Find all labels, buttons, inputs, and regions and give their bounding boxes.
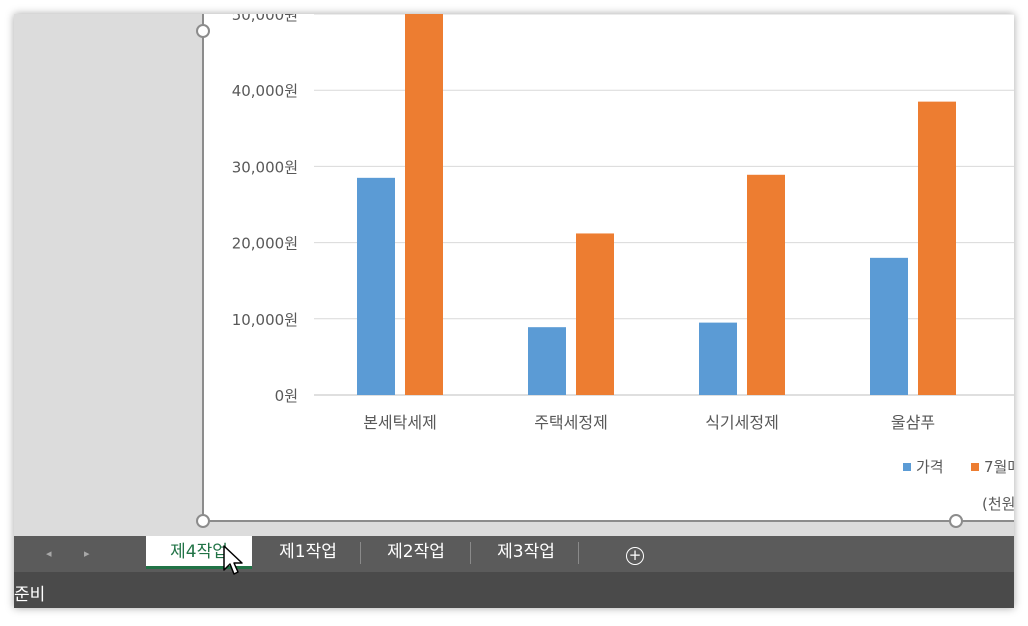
bar-series1 <box>528 327 566 395</box>
tab-sheet1[interactable]: 제1작업 <box>256 536 360 568</box>
legend-label: 가격 <box>916 458 944 476</box>
status-bar: 준비 <box>14 572 1014 608</box>
bar-series2 <box>405 14 443 395</box>
bar-series2 <box>918 101 956 395</box>
chart-selection-border-left <box>202 14 204 521</box>
legend-label: 7월매 <box>984 458 1014 476</box>
bar-series1 <box>699 322 737 395</box>
excel-window: 0원 10,000원 20,000원 30,000원 40,000원 50,000원본세탁… <box>14 14 1014 608</box>
tab-sheet3[interactable]: 제3작업 <box>474 536 578 568</box>
bar-series1 <box>870 257 908 395</box>
add-sheet-icon[interactable]: + <box>626 547 644 565</box>
status-ready-text: 준비 <box>14 585 46 605</box>
bar-series2 <box>576 233 614 395</box>
x-category-label: 울샴푸 <box>891 413 935 432</box>
mouse-pointer-icon <box>223 545 243 575</box>
y-tick-label: 10,000원 <box>232 311 298 329</box>
resize-handle-top-left[interactable] <box>196 24 210 38</box>
chart-object[interactable]: 0원 10,000원 20,000원 30,000원 40,000원 50,000원본세탁… <box>203 14 1014 522</box>
y-tick-label: 0원 <box>275 387 298 405</box>
tab-divider <box>470 542 471 564</box>
sheet-tab-bar: ◂ ▸ 제4작업 제1작업 제2작업 제3작업 + <box>14 536 1014 572</box>
tab-divider <box>578 542 579 564</box>
resize-handle-bottom-middle[interactable] <box>949 514 963 528</box>
next-sheet-arrow-icon[interactable]: ▸ <box>84 546 90 562</box>
prev-sheet-arrow-icon[interactable]: ◂ <box>46 546 52 562</box>
bar-series2 <box>747 174 785 395</box>
tab-sheet2[interactable]: 제2작업 <box>364 536 468 568</box>
chart-selection-border-bottom <box>202 520 1014 522</box>
legend-swatch <box>903 463 911 471</box>
unit-note: (천원) <box>982 495 1014 513</box>
legend-swatch <box>971 463 979 471</box>
y-tick-label: 20,000원 <box>232 235 298 253</box>
x-category-label: 식기세정제 <box>705 413 779 432</box>
bar-series1 <box>357 177 395 395</box>
tab-divider <box>360 542 361 564</box>
x-category-label: 주택세정제 <box>534 413 608 432</box>
bar-chart: 0원 10,000원 20,000원 30,000원 40,000원 50,000원본세탁… <box>232 14 1014 513</box>
y-tick-label: 40,000원 <box>232 82 298 100</box>
x-category-label: 본세탁세제 <box>363 413 437 432</box>
resize-handle-bottom-left[interactable] <box>196 514 210 528</box>
y-tick-label: 30,000원 <box>232 158 298 176</box>
y-tick-label: 50,000원 <box>232 14 298 24</box>
